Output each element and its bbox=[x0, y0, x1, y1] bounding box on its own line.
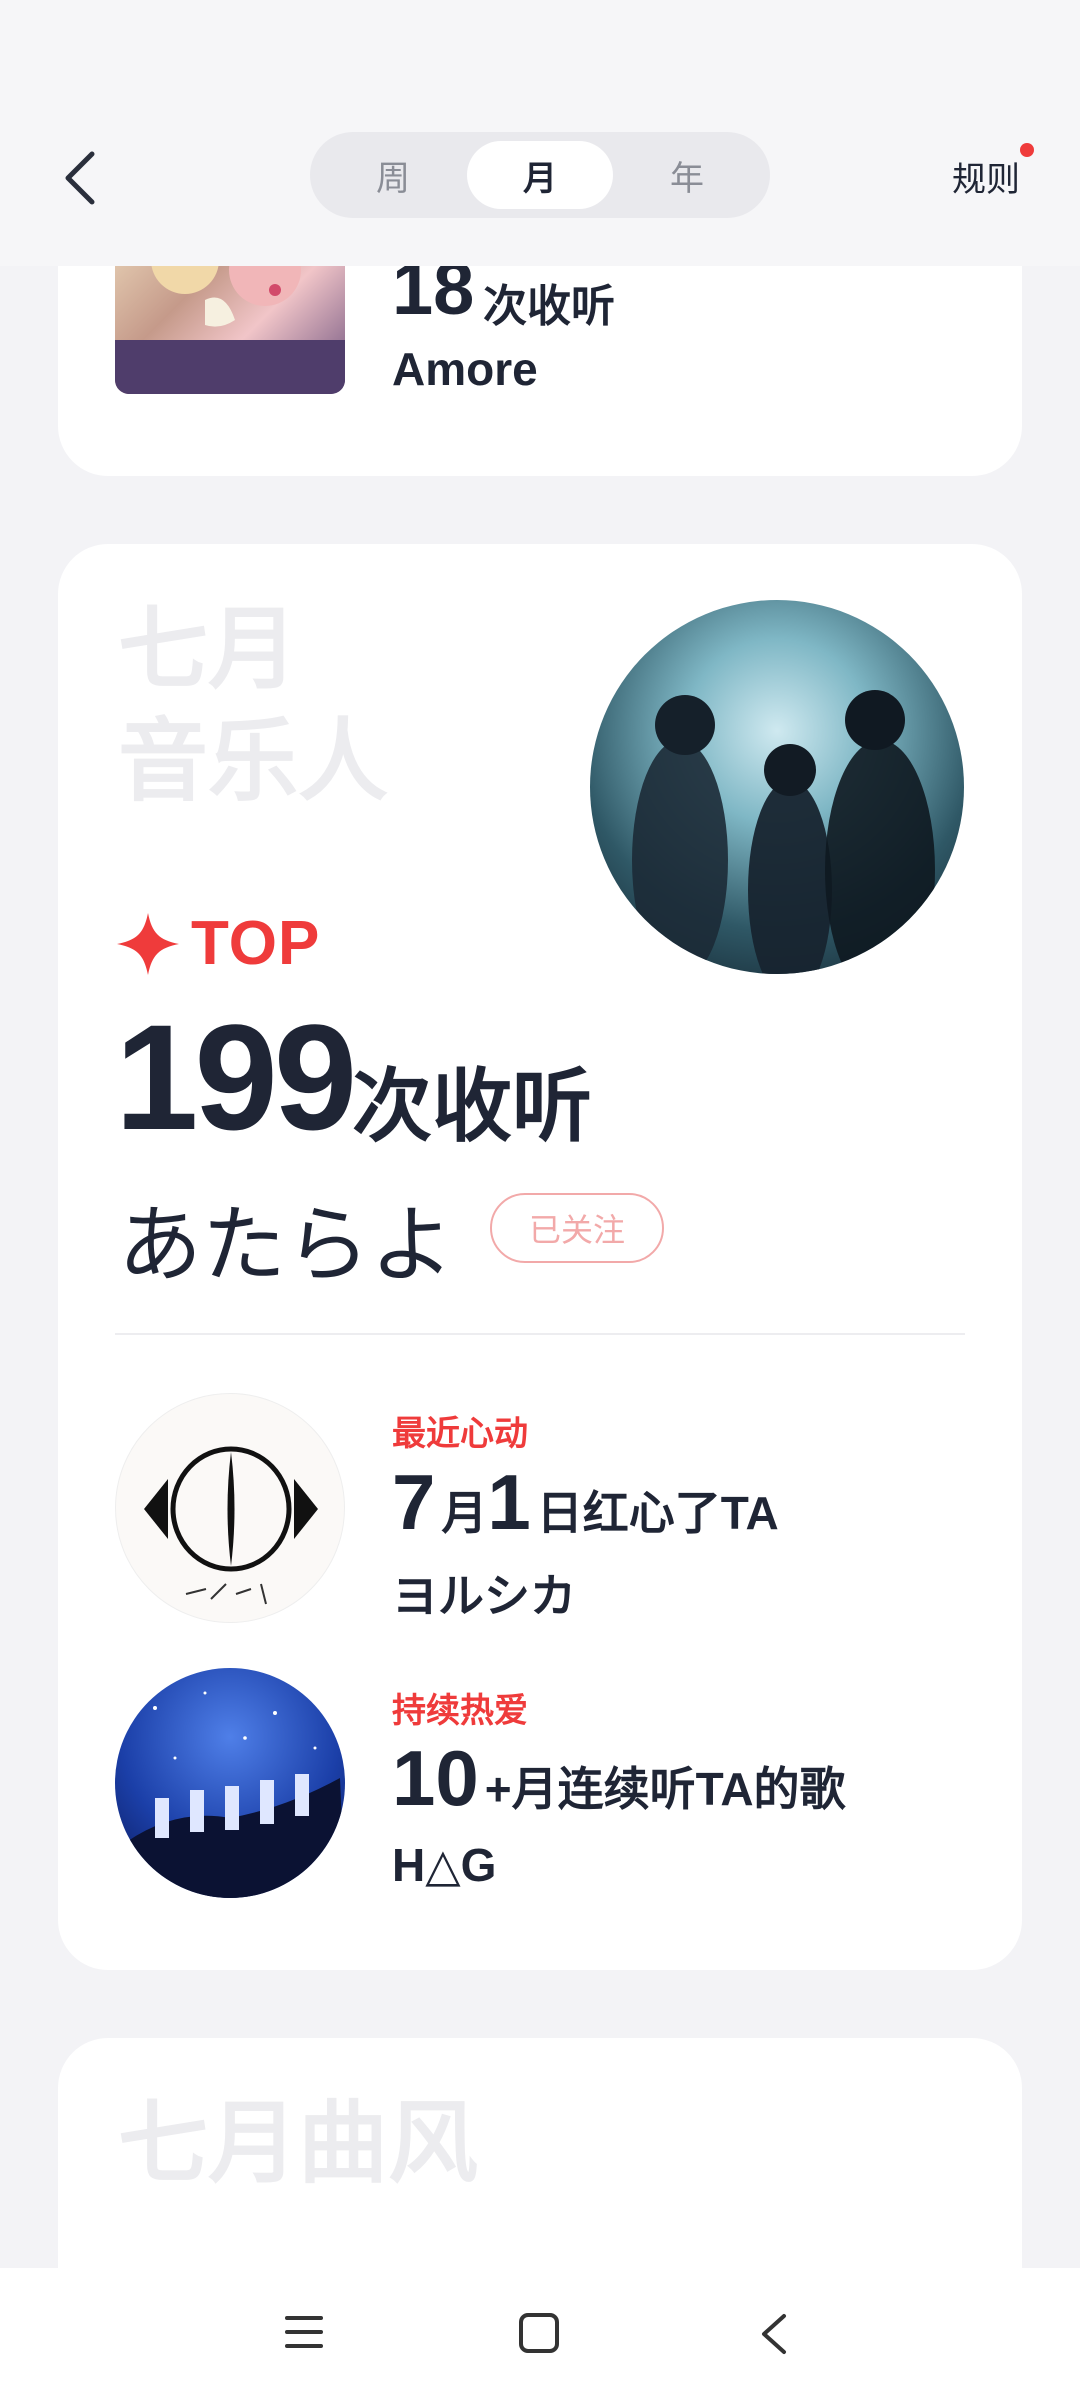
watermark-musician: 音乐人 bbox=[118, 712, 388, 812]
loved-artist-avatar[interactable] bbox=[115, 1668, 345, 1898]
top-badge: TOP bbox=[115, 908, 320, 979]
watermark-month: 七月 bbox=[118, 600, 298, 700]
continuous-love-line: 10 +月连续听TA的歌 bbox=[392, 1738, 846, 1819]
back-button[interactable] bbox=[58, 148, 102, 208]
period-segmented-control: 周 月 年 bbox=[310, 132, 770, 218]
continuous-love-label: 持续热爱 bbox=[392, 1692, 528, 1730]
months-tail-text: +月连续听TA的歌 bbox=[484, 1763, 846, 1815]
artist-play-count: 199 bbox=[115, 993, 357, 1161]
divider bbox=[115, 1333, 965, 1335]
top-label: TOP bbox=[191, 909, 321, 978]
recent-artist-avatar[interactable] bbox=[115, 1393, 345, 1623]
months-count: 10 bbox=[392, 1734, 479, 1822]
menu-icon[interactable] bbox=[283, 2312, 325, 2352]
chevron-left-icon bbox=[65, 151, 95, 205]
watermark-genre: 七月曲风 bbox=[118, 2094, 478, 2194]
recent-month: 7 bbox=[392, 1458, 436, 1546]
recent-crush-label: 最近心动 bbox=[392, 1415, 528, 1453]
artist-play-count-unit: 次收听 bbox=[352, 1062, 592, 1151]
recent-day: 1 bbox=[487, 1458, 531, 1546]
song-name: Amore bbox=[392, 343, 538, 395]
sparkle-icon bbox=[117, 912, 179, 975]
artist-name: あたらよ bbox=[118, 1198, 455, 1292]
back-triangle-icon[interactable] bbox=[758, 2312, 788, 2356]
recent-month-unit: 月 bbox=[441, 1487, 488, 1539]
top-header: 周 月 年 规则 bbox=[0, 0, 1080, 266]
recent-crush-date: 7 月 1 日红心了TA bbox=[392, 1462, 779, 1543]
tab-week[interactable]: 周 bbox=[320, 141, 466, 209]
tab-month[interactable]: 月 bbox=[467, 141, 613, 209]
home-square-icon[interactable] bbox=[518, 2312, 560, 2354]
song-play-count-unit: 次收听 bbox=[483, 282, 615, 331]
recent-artist-name: ヨルシカ bbox=[392, 1570, 576, 1622]
recent-tail-text: 日红心了TA bbox=[536, 1487, 779, 1539]
system-navigation-bar bbox=[0, 2268, 1080, 2400]
loved-artist-name: H△G bbox=[392, 1839, 497, 1891]
artist-photo[interactable] bbox=[590, 600, 964, 974]
tab-year[interactable]: 年 bbox=[614, 141, 760, 209]
followed-button[interactable]: 已关注 bbox=[490, 1193, 664, 1263]
rules-link[interactable]: 规则 bbox=[952, 152, 1020, 201]
notification-dot bbox=[1020, 143, 1034, 157]
